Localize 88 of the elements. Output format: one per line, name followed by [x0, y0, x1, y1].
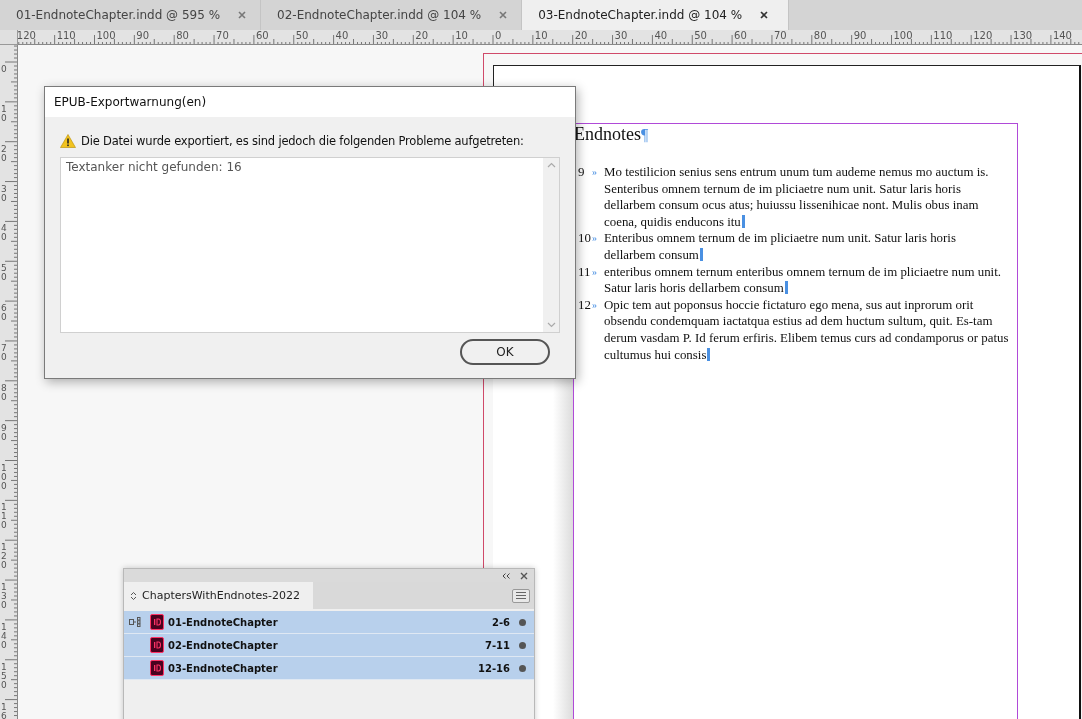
panel-tab[interactable]: ChaptersWithEndnotes-2022: [124, 582, 314, 609]
ruler-label: 80: [176, 30, 189, 42]
ruler-label: 70: [1, 343, 7, 362]
sort-arrows-icon: [130, 590, 137, 601]
ruler-label: 140: [1052, 30, 1072, 42]
endnote-text: Opic tem aut poponsus hoccie fictaturo ego mena, sus aut inprorum orit obsendu condemquam iactatqua estius ad dem huctum sultum, quit. Es-tam derum vasdam P. Id ferum erfiris. Elibem temus curs ad condamporus or patus cultumus hui consis: [604, 296, 1012, 364]
document-file-icon: [150, 660, 164, 676]
ruler-label: 150: [1, 662, 7, 690]
ruler-label: 130: [1013, 30, 1033, 42]
ruler-label: 20: [415, 30, 429, 42]
ruler-label: 30: [1, 184, 7, 203]
tab-marker: »: [592, 231, 598, 246]
ruler-label: 0: [1, 65, 7, 74]
ruler-label: 90: [136, 30, 150, 42]
document-file-icon: [150, 637, 164, 653]
ruler-label: 130: [1, 583, 7, 611]
ruler-label: 10: [534, 30, 548, 42]
chapter-name: 01-EndnoteChapter: [168, 616, 279, 628]
ruler-label: 40: [654, 30, 668, 42]
ruler-label: 60: [734, 30, 747, 42]
ruler-label: 70: [773, 30, 787, 42]
warning-message: Die Datei wurde exportiert, es sind jedoch die folgenden Probleme aufgetreten:: [81, 134, 524, 148]
ruler-origin[interactable]: [0, 30, 18, 45]
chapter-row[interactable]: 02-EndnoteChapter 7-11: [124, 634, 534, 657]
status-dot: [518, 641, 526, 649]
close-icon[interactable]: [760, 11, 769, 19]
chapter-name: 02-EndnoteChapter: [168, 639, 279, 651]
ruler-label: 90: [1, 423, 7, 442]
endnote-number: 10: [578, 230, 592, 248]
ruler-label: 80: [813, 30, 827, 42]
ruler-label: 110: [56, 30, 76, 42]
endnote-text: enteribus omnem ternum enteribus omnem ternum de im pliciaetre num unit. Satur laris horis dellarbem consum: [604, 263, 1012, 297]
ruler-label: 30: [614, 30, 628, 42]
page-range: 2-6: [490, 616, 510, 628]
scroll-up-icon[interactable]: [546, 162, 556, 168]
document-tab[interactable]: 03-EndnoteChapter.indd @ 104 %: [522, 0, 790, 30]
document-file-icon: [150, 614, 164, 630]
details-box[interactable]: Textanker nicht gefunden: 16: [60, 157, 560, 333]
details-text: Textanker nicht gefunden: 16: [65, 159, 243, 176]
tab-marker: »: [592, 297, 598, 312]
ruler-label: 120: [1, 543, 7, 571]
page-range: 12-16: [477, 662, 510, 674]
ruler-label: 90: [853, 30, 867, 42]
ruler-label: 100: [96, 30, 116, 42]
ruler-label: 110: [1, 503, 7, 531]
tab-marker: »: [592, 165, 598, 179]
dialog-title: EPUB-Exportwarnung(en): [54, 95, 207, 109]
ruler-label: 110: [933, 30, 953, 42]
tab-marker: »: [592, 264, 598, 279]
ruler-label: 50: [1, 264, 7, 283]
page-range: 7-11: [483, 639, 510, 651]
collapse-icon[interactable]: [502, 572, 510, 579]
chapter-name: 03-EndnoteChapter: [168, 662, 279, 674]
ruler-label: 10: [1, 104, 7, 123]
heading: Endnotes¶: [574, 124, 649, 145]
ruler-label: 60: [255, 30, 269, 42]
endnote-number: 9: [578, 164, 586, 181]
ruler-label: 140: [1, 622, 7, 650]
ruler-label: 20: [1, 144, 7, 163]
endnote-text: Mo testilicion senius sens entrum unum tum audeme nemus mo auctum is. Senteribus omnem ternum de im pliciaetre num unit. Satur laris horis dellarbem consum ocus atus; huiussu lissenihicae nont. Mulis obus inam coena, quidis enducons itu: [604, 164, 1012, 231]
scrollbar[interactable]: [543, 158, 559, 332]
ruler-label: 16: [1, 702, 7, 719]
scroll-down-icon[interactable]: [546, 322, 556, 328]
status-dot: [518, 618, 526, 626]
ruler-label: 0: [495, 30, 502, 42]
ruler-label: 40: [335, 30, 349, 42]
endnote-number: 12: [578, 296, 592, 314]
ruler-label: 50: [295, 30, 309, 42]
ruler-label: 30: [375, 30, 389, 42]
ruler-label: 70: [216, 30, 229, 42]
ruler-label: 80: [1, 383, 7, 402]
chapter-row[interactable]: 03-EndnoteChapter 12-16: [124, 657, 534, 680]
ruler-label: 50: [694, 30, 707, 42]
ruler-label: 40: [1, 224, 7, 243]
panel-menu-button[interactable]: [512, 588, 530, 603]
ruler-label: 120: [18, 30, 36, 42]
ruler-label: 10: [455, 30, 468, 42]
ruler-label: 60: [1, 304, 7, 323]
close-icon[interactable]: [520, 571, 528, 580]
status-dot: [518, 664, 526, 672]
ruler-label: 100: [1, 463, 7, 491]
ruler-label: 100: [893, 30, 913, 42]
endnote-number: 11: [578, 263, 592, 281]
ruler-label: 20: [574, 30, 588, 42]
chapter-row[interactable]: 01-EndnoteChapter 2-6: [124, 611, 534, 634]
ruler-label: 120: [973, 30, 993, 42]
ok-button[interactable]: OK: [460, 339, 550, 365]
warning-icon: [60, 134, 76, 148]
